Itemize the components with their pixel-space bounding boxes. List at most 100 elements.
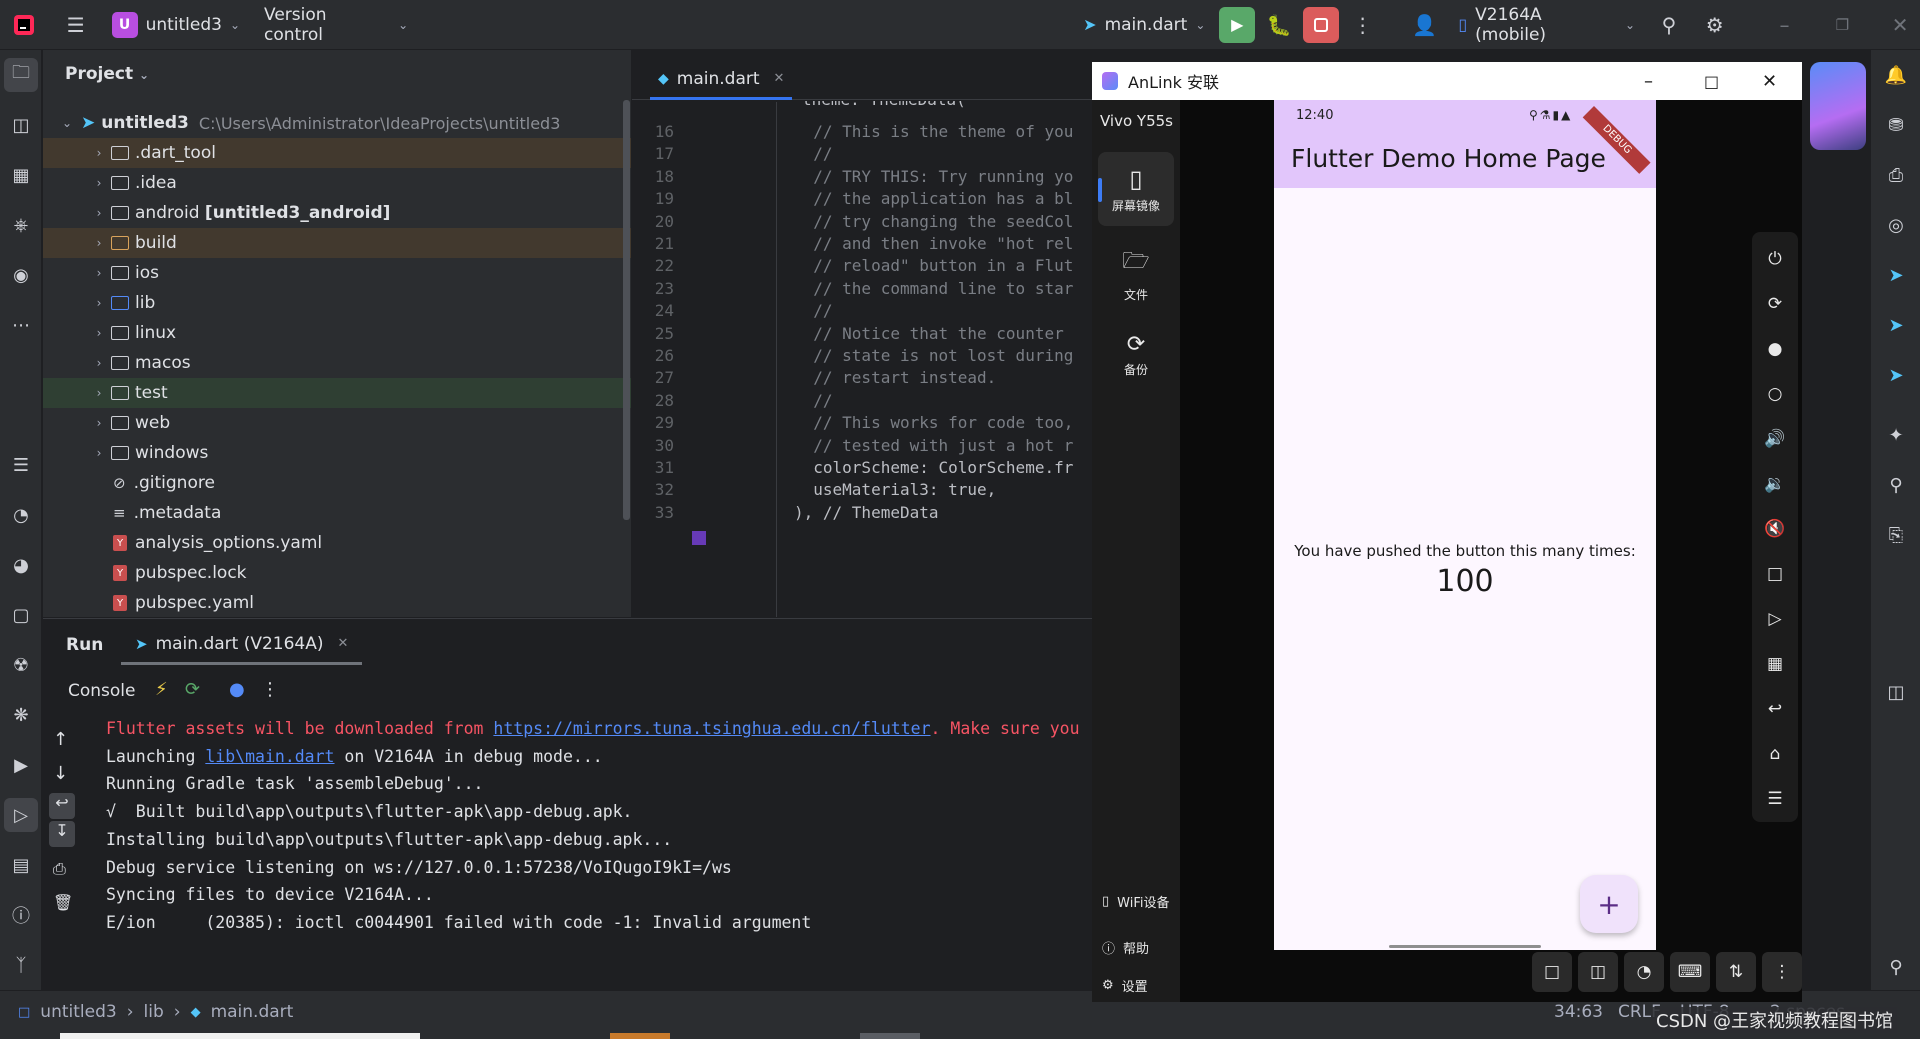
breadcrumb-lib[interactable]: lib <box>144 1002 164 1022</box>
soft-wrap-icon[interactable]: ↩ <box>49 793 75 819</box>
more-actions-icon[interactable]: ⋮ <box>1343 5 1383 45</box>
tree-root[interactable]: ⌄ ➤ untitled3 C:\Users\Administrator\Ide… <box>43 108 631 138</box>
services-icon[interactable]: ▶ <box>4 748 38 782</box>
search-icon[interactable]: ⚲ <box>1649 5 1689 45</box>
main-menu-icon[interactable]: ☰ <box>56 5 96 45</box>
project-scrollbar[interactable] <box>623 100 630 520</box>
structure-icon[interactable]: ◫ <box>4 108 38 142</box>
cursor-position[interactable]: 34:63 <box>1554 1002 1603 1022</box>
code-line[interactable]: // TRY THIS: Try running yo <box>794 167 1084 186</box>
stop-button[interactable] <box>1302 6 1339 43</box>
speed-gauge-icon[interactable]: ◔ <box>1624 952 1664 992</box>
run-tab[interactable]: ➤ main.dart (V2164A) ✕ <box>121 625 363 665</box>
console-link[interactable]: lib\main.dart <box>205 747 334 766</box>
layout-split-icon[interactable]: ◫ <box>1879 675 1913 709</box>
light-bulb-icon[interactable]: ● <box>1760 334 1790 364</box>
device-selector[interactable]: ▯ V2164A (mobile) ⌄ <box>1458 5 1635 45</box>
tree-item[interactable]: › windows <box>43 438 631 468</box>
run-config-selector[interactable]: ➤ main.dart ⌄ <box>1083 15 1205 35</box>
find-usages-icon[interactable]: ⚲ <box>1879 468 1913 502</box>
code-line[interactable]: // This is the theme of you <box>794 122 1084 141</box>
close-tab-icon[interactable]: ✕ <box>338 636 349 651</box>
git-branch-icon[interactable]: ᛉ <box>4 948 38 982</box>
maximize-icon[interactable]: □ <box>1704 72 1719 91</box>
bookmarks-icon[interactable]: ⎈ <box>4 208 38 242</box>
settings-gear-icon[interactable]: ⚙ <box>1695 5 1735 45</box>
project-selector[interactable]: U untitled3 ⌄ <box>111 11 240 38</box>
close-window-icon[interactable]: ✕ <box>1880 5 1920 45</box>
flutter-performance-icon[interactable]: ➤ <box>1879 358 1913 392</box>
clear-trash-icon[interactable]: 🗑 <box>53 893 73 912</box>
more-tools-icon[interactable]: ⋯ <box>4 308 38 342</box>
volume-down-icon[interactable]: 🔉 <box>1760 469 1790 499</box>
expand-arrow-icon[interactable]: › <box>91 326 107 340</box>
tree-item[interactable]: › web <box>43 408 631 438</box>
keyboard-icon[interactable]: ⌨ <box>1670 952 1710 992</box>
print-icon[interactable]: ⎙ <box>53 859 66 879</box>
phone-screen[interactable]: 12:40 ⚲⚗▮▲ Flutter Demo Home Page DEBUG … <box>1274 100 1656 950</box>
notifications-bell-icon[interactable]: 🔔 <box>1879 58 1913 92</box>
profiler-icon[interactable]: ◔ <box>4 498 38 532</box>
run-button[interactable]: ▶ <box>1219 6 1256 43</box>
screen-mirror-button[interactable]: ▯ 屏幕镜像 <box>1098 152 1174 226</box>
version-control-menu[interactable]: Version control ⌄ <box>264 5 408 45</box>
debug-icon[interactable]: 🐛 <box>1259 5 1299 45</box>
code-line[interactable]: colorScheme: ColorScheme.fr <box>794 458 1084 477</box>
settings-link[interactable]: ⚙ 设置 <box>1102 976 1148 995</box>
wifi-device-link[interactable]: ▯ WiFi设备 <box>1102 892 1178 911</box>
code-line[interactable]: // and then invoke "hot rel <box>794 234 1084 253</box>
scroll-up-icon[interactable]: ↑ <box>53 729 68 750</box>
tree-item[interactable]: › android [untitled3_android] <box>43 198 631 228</box>
minimize-window-icon[interactable]: – <box>1765 5 1805 45</box>
screenshot-icon[interactable]: □ <box>1760 559 1790 589</box>
code-line[interactable]: // <box>794 301 1084 320</box>
record-video-icon[interactable]: ▷ <box>1760 604 1790 634</box>
code-line[interactable]: // the command line to star <box>794 279 1084 298</box>
color-swatch-icon[interactable] <box>692 531 706 545</box>
console-link[interactable]: https://mirrors.tuna.tsinghua.edu.cn/flu… <box>493 719 930 738</box>
clipboard-icon[interactable]: ⎘ <box>1879 518 1913 552</box>
run-tool-icon[interactable]: ▷ <box>4 798 38 832</box>
tab-main-dart[interactable]: ◆ main.dart ✕ <box>650 60 793 100</box>
files-button[interactable]: 🗁 文件 <box>1098 236 1174 310</box>
menu-icon[interactable]: ☰ <box>1760 784 1790 814</box>
expand-arrow-icon[interactable]: › <box>91 176 107 190</box>
tree-item[interactable]: Yanalysis_options.yaml <box>43 528 631 558</box>
assistant-avatar[interactable] <box>1810 62 1866 150</box>
tree-item[interactable]: ≡ .metadata <box>43 498 631 528</box>
region-select-icon[interactable]: ▦ <box>1760 649 1790 679</box>
volume-up-icon[interactable]: 🔊 <box>1760 424 1790 454</box>
logcat-icon[interactable]: ☢ <box>4 648 38 682</box>
close-icon[interactable]: ✕ <box>1762 71 1777 92</box>
expand-arrow-icon[interactable]: › <box>91 386 107 400</box>
code-line[interactable]: ), // ThemeData <box>794 503 1084 522</box>
code-line[interactable]: // tested with just a hot r <box>794 436 1084 455</box>
home-icon[interactable]: ⌂ <box>1760 739 1790 769</box>
app-switch-icon[interactable]: ◫ <box>1578 952 1618 992</box>
expand-arrow-icon[interactable]: › <box>91 356 107 370</box>
code-line[interactable]: // try changing the seedCol <box>794 212 1084 231</box>
expand-arrow-icon[interactable]: › <box>91 416 107 430</box>
screen-off-icon[interactable]: ○ <box>1760 379 1790 409</box>
device-file-icon[interactable]: ⎙ <box>1879 158 1913 192</box>
expand-arrow-icon[interactable]: › <box>91 266 107 280</box>
tree-item[interactable]: › .dart_tool <box>43 138 631 168</box>
code-line[interactable]: // state is not lost during <box>794 346 1084 365</box>
more-options-icon[interactable]: ⋮ <box>1762 952 1802 992</box>
code-line[interactable]: // Notice that the counter <box>794 324 1084 343</box>
flutter-inspector-icon[interactable]: ➤ <box>1879 258 1913 292</box>
inspection-icon[interactable]: ◎ <box>1879 208 1913 242</box>
tree-item[interactable]: Ypubspec.yaml <box>43 588 631 618</box>
hot-reload-icon[interactable]: ⚡ <box>155 679 168 700</box>
scroll-down-icon[interactable]: ↓ <box>53 763 68 784</box>
minimize-icon[interactable]: – <box>1644 71 1653 92</box>
project-folder-icon[interactable]: 🗀 <box>4 58 38 92</box>
devtools-icon[interactable]: ● <box>229 679 245 700</box>
scroll-to-end-icon[interactable]: ↧ <box>49 821 75 847</box>
dart-devtools-icon[interactable]: ❋ <box>4 698 38 732</box>
code-line[interactable]: // the application has a bl <box>794 189 1084 208</box>
close-tab-icon[interactable]: ✕ <box>774 71 785 86</box>
tree-item[interactable]: › macos <box>43 348 631 378</box>
project-panel-header[interactable]: Project ⌄ <box>65 64 149 84</box>
restore-window-icon[interactable]: ❐ <box>1822 5 1862 45</box>
